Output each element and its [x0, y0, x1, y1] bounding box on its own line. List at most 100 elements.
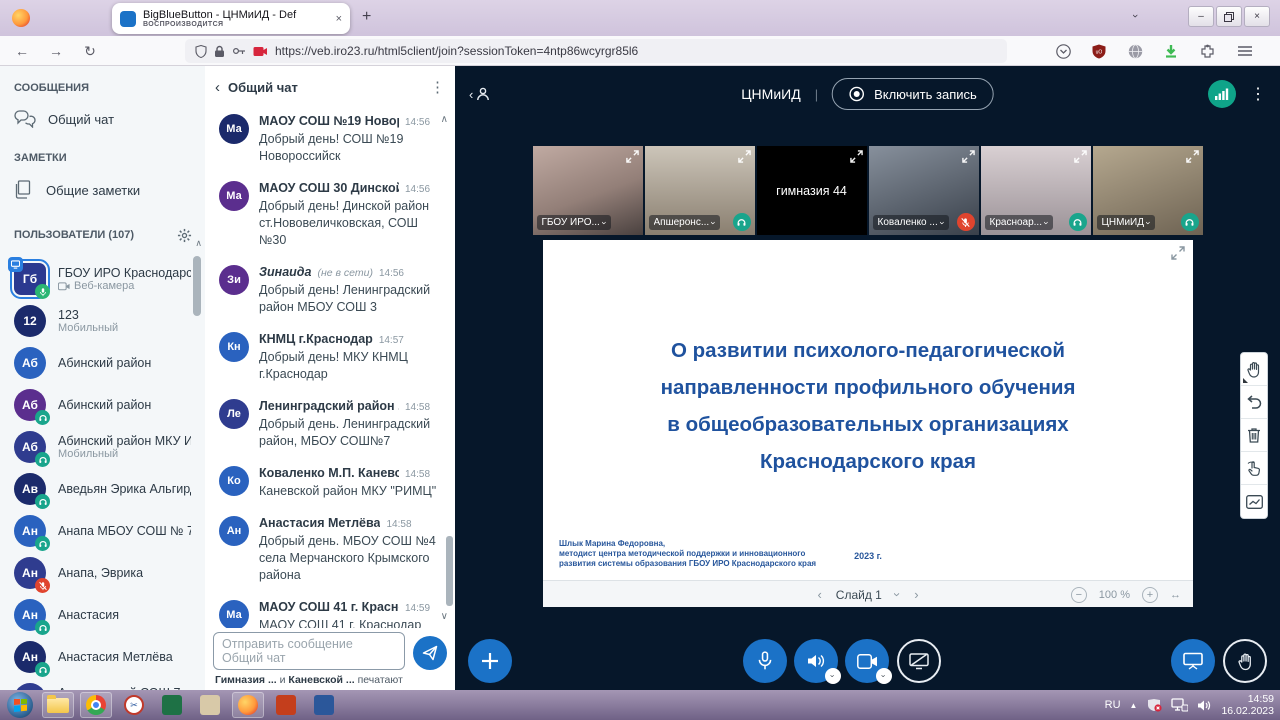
previous-slide-button[interactable]: ‹ — [817, 587, 821, 602]
sidebar-item-shared-notes[interactable]: Общие заметки — [0, 172, 205, 208]
address-bar[interactable]: https://veb.iro23.ru/html5client/join?se… — [185, 39, 1007, 63]
user-list-item[interactable]: Аб Абинский район — [0, 342, 205, 384]
chat-back-chevron-icon[interactable]: ‹ — [215, 79, 220, 96]
window-restore-button[interactable] — [1216, 6, 1242, 27]
users-settings-gear-icon[interactable] — [173, 224, 195, 246]
webcam-label[interactable]: Апшеронс...› — [649, 215, 721, 230]
start-recording-button[interactable]: Включить запись — [832, 78, 994, 110]
raise-hand-button[interactable] — [1223, 639, 1267, 683]
fullscreen-expand-icon[interactable] — [738, 150, 751, 163]
user-list-item[interactable]: Ан Анапа МБОУ СОШ № 7 — [0, 510, 205, 552]
slide-number-label[interactable]: Слайд 1 — [836, 588, 882, 602]
zoom-out-button[interactable]: − — [1071, 587, 1087, 603]
audio-options-chevron-icon[interactable]: › — [825, 668, 841, 684]
smart-slide-tool-button[interactable] — [1241, 485, 1267, 518]
audio-speaker-button[interactable]: › — [794, 639, 838, 683]
tab-close-icon[interactable]: × — [336, 13, 342, 25]
taskbar-snipping-tool[interactable]: ✂ — [118, 692, 150, 718]
user-list-item[interactable]: Аб Абинский район — [0, 384, 205, 426]
tab-list-chevron-icon[interactable]: › — [1129, 14, 1141, 18]
language-indicator[interactable]: RU — [1105, 699, 1121, 711]
webcam-tile[interactable]: гимназия 44 — [757, 146, 867, 235]
presentation-fullscreen-icon[interactable] — [1171, 246, 1185, 260]
fullscreen-expand-icon[interactable] — [626, 150, 639, 163]
back-button[interactable]: ← — [10, 40, 34, 62]
fullscreen-expand-icon[interactable] — [1074, 150, 1087, 163]
taskbar-explorer[interactable] — [42, 692, 74, 718]
options-kebab-icon[interactable]: ⋮ — [1250, 84, 1266, 104]
extension-globe-icon[interactable] — [1126, 43, 1144, 59]
webcam-options-chevron-icon[interactable]: › — [876, 668, 892, 684]
action-center-icon[interactable] — [1146, 698, 1162, 712]
ublock-icon[interactable]: uO — [1090, 43, 1108, 59]
user-list-item[interactable]: Ан Анапа, Эврика — [0, 552, 205, 594]
url-text[interactable]: https://veb.iro23.ru/html5client/join?se… — [275, 44, 638, 58]
taskbar-pinned-app-1[interactable] — [156, 692, 188, 718]
fit-width-button[interactable]: ↔ — [1170, 589, 1181, 601]
next-slide-button[interactable]: › — [914, 587, 918, 602]
taskbar-pinned-app-3[interactable] — [270, 692, 302, 718]
network-icon[interactable] — [1171, 698, 1188, 712]
forward-button[interactable]: → — [44, 40, 68, 62]
permissions-icon[interactable] — [232, 45, 246, 57]
user-list-item[interactable]: Ав Аведьян Эрика Альгирдовна — [0, 468, 205, 510]
send-message-button[interactable] — [413, 636, 447, 670]
user-list-item[interactable]: Ап Апшеронский СОШ 7 Веб-камера — [0, 678, 205, 690]
pocket-icon[interactable] — [1054, 43, 1072, 59]
user-list-item[interactable]: Ан Анастасия Метлёва — [0, 636, 205, 678]
fullscreen-expand-icon[interactable] — [1186, 150, 1199, 163]
screen-share-button[interactable] — [897, 639, 941, 683]
webcam-tile[interactable]: ГБОУ ИРО...› — [533, 146, 643, 235]
webcam-tile[interactable]: Апшеронс...› — [645, 146, 755, 235]
multi-user-whiteboard-button[interactable] — [1241, 452, 1267, 485]
mute-microphone-button[interactable] — [743, 639, 787, 683]
fullscreen-expand-icon[interactable] — [962, 150, 975, 163]
presentation-area[interactable]: О развитии психолого-педагогической напр… — [543, 240, 1193, 607]
tracking-shield-icon[interactable] — [195, 45, 207, 58]
chat-options-kebab-icon[interactable]: ⋮ — [430, 78, 445, 96]
slide-list-chevron-icon[interactable]: › — [891, 592, 906, 596]
new-tab-button[interactable]: + — [362, 8, 371, 26]
extensions-puzzle-icon[interactable] — [1198, 43, 1216, 59]
zoom-in-button[interactable]: + — [1142, 587, 1158, 603]
download-icon[interactable] — [1162, 43, 1180, 59]
userlist-scroll-up-icon[interactable]: ∧ — [195, 238, 202, 249]
sidebar-item-public-chat[interactable]: Общий чат — [0, 102, 205, 136]
taskbar-firefox[interactable] — [232, 692, 264, 718]
chat-scrollbar[interactable] — [446, 106, 453, 626]
webcam-tile[interactable]: Коваленко ...› — [869, 146, 979, 235]
connection-status-button[interactable] — [1208, 80, 1236, 108]
tab-media-indicator[interactable]: ВОСПРОИЗВОДИТСЯ — [143, 21, 329, 28]
userlist-scrollbar[interactable] — [193, 256, 201, 586]
browser-tab[interactable]: BigBlueButton - ЦНМиИД - Def ВОСПРОИЗВОД… — [112, 3, 350, 34]
undo-annotation-button[interactable] — [1241, 386, 1267, 419]
webcam-tile[interactable]: ЦНМиИД› — [1093, 146, 1203, 235]
user-list-item[interactable]: Аб Абинский район МКУ ИМЦ Д... Мобильный — [0, 426, 205, 468]
taskbar-pinned-app-2[interactable] — [194, 692, 226, 718]
user-list-item[interactable]: 12 123 Мобильный — [0, 300, 205, 342]
window-minimize-button[interactable]: – — [1188, 6, 1214, 27]
webcam-label[interactable]: Коваленко ...› — [873, 215, 949, 230]
clear-annotations-trash-button[interactable] — [1241, 419, 1267, 452]
chat-message-input[interactable] — [213, 632, 405, 670]
webcam-label[interactable]: ГБОУ ИРО...› — [537, 215, 611, 230]
toggle-userlist-button[interactable]: ‹ — [469, 86, 491, 102]
camera-in-use-icon[interactable] — [253, 46, 268, 57]
hand-tool-button[interactable] — [1241, 353, 1267, 386]
taskbar-chrome[interactable] — [80, 692, 112, 718]
user-list-item[interactable]: Ан Анастасия — [0, 594, 205, 636]
taskbar-clock[interactable]: 14:59 16.02.2023 — [1221, 693, 1274, 717]
actions-plus-button[interactable] — [468, 639, 512, 683]
restore-presentation-button[interactable] — [1171, 639, 1215, 683]
start-button[interactable] — [4, 692, 36, 718]
volume-icon[interactable] — [1197, 699, 1212, 712]
menu-hamburger-icon[interactable] — [1236, 43, 1254, 59]
window-close-button[interactable]: × — [1244, 6, 1270, 27]
webcam-tile[interactable]: Красноар...› — [981, 146, 1091, 235]
lock-icon[interactable] — [214, 45, 225, 58]
reload-button[interactable]: ↻ — [78, 40, 102, 62]
webcam-label[interactable]: Красноар...› — [985, 215, 1054, 230]
taskbar-pinned-app-4[interactable] — [308, 692, 340, 718]
user-list-item[interactable]: Гб ГБОУ ИРО Краснодарс... (Вы) Веб-камер… — [0, 258, 205, 300]
tray-expand-icon[interactable]: ▲ — [1130, 701, 1138, 710]
